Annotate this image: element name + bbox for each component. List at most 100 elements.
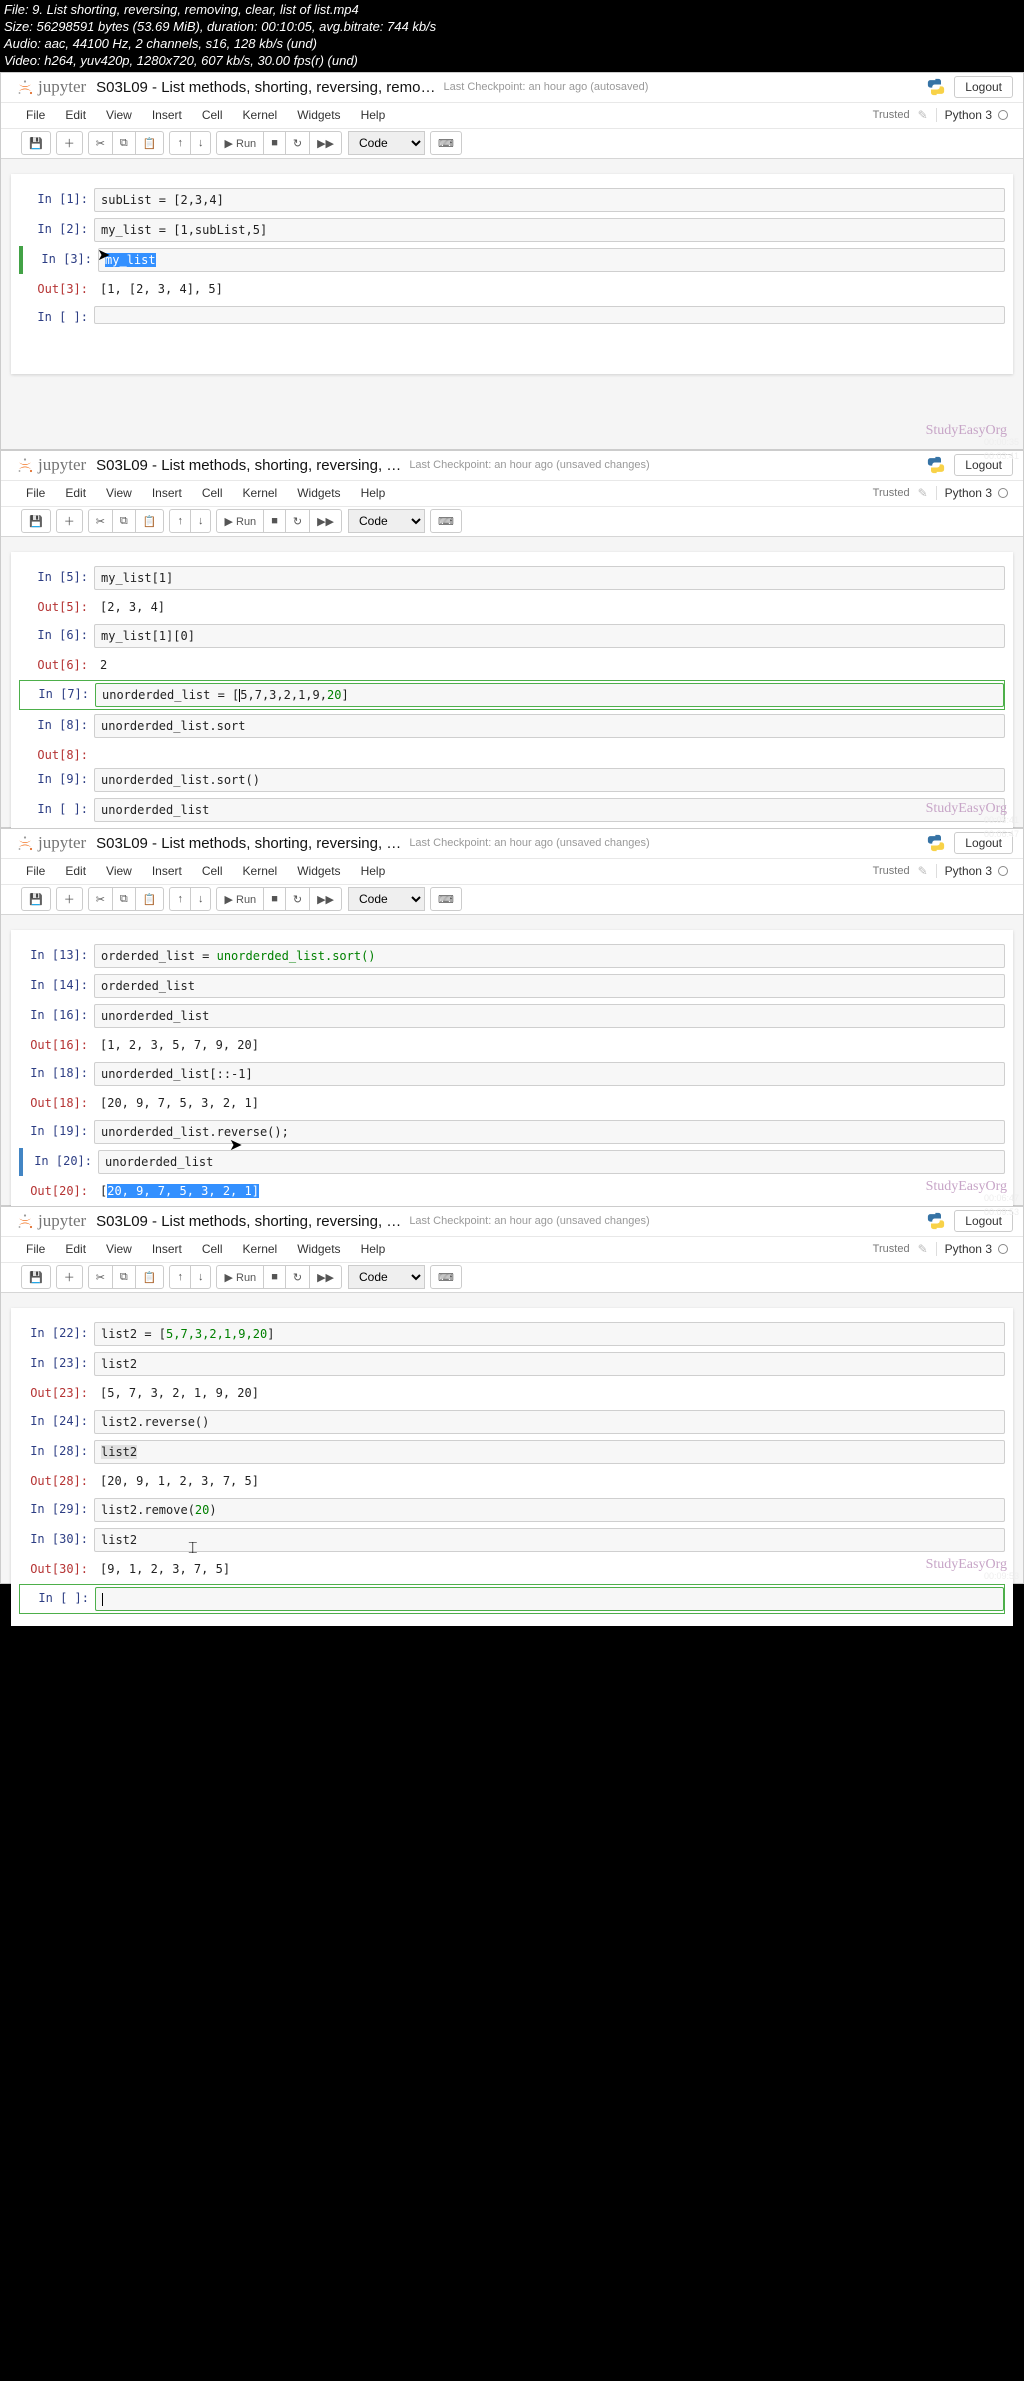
move-up-button[interactable]: ↑ xyxy=(169,131,191,155)
menu-kernel[interactable]: Kernel xyxy=(233,1238,288,1260)
restart-run-button[interactable]: ▶▶ xyxy=(309,1265,342,1289)
move-up-button[interactable]: ↑ xyxy=(169,1265,191,1289)
notebook-title[interactable]: S03L09 - List methods, shorting, reversi… xyxy=(96,1213,401,1230)
menu-widgets[interactable]: Widgets xyxy=(287,860,350,882)
menu-file[interactable]: File xyxy=(16,482,55,504)
edit-icon[interactable]: ✎ xyxy=(918,864,928,878)
menu-kernel[interactable]: Kernel xyxy=(233,482,288,504)
notebook-area[interactable]: In [13]: orderded_list = unorderded_list… xyxy=(11,930,1013,1240)
menu-insert[interactable]: Insert xyxy=(142,860,192,882)
notebook-title[interactable]: S03L09 - List methods, shorting, reversi… xyxy=(96,79,435,96)
code-cell[interactable]: In [20]: unorderded_list xyxy=(19,1148,1005,1176)
code-cell[interactable]: In [2]: my_list = [1,subList,5] xyxy=(19,216,1005,244)
menu-help[interactable]: Help xyxy=(351,104,396,126)
cell-type-select[interactable]: Code xyxy=(348,509,425,533)
jupyter-logo[interactable]: jupyter xyxy=(16,455,86,475)
menu-file[interactable]: File xyxy=(16,860,55,882)
menu-insert[interactable]: Insert xyxy=(142,482,192,504)
code-cell[interactable]: In [14]: orderded_list xyxy=(19,972,1005,1000)
menu-edit[interactable]: Edit xyxy=(55,1238,96,1260)
restart-run-button[interactable]: ▶▶ xyxy=(309,509,342,533)
logout-button[interactable]: Logout xyxy=(954,76,1013,98)
code-input[interactable]: orderded_list = unorderded_list.sort() xyxy=(94,944,1005,968)
notebook-area[interactable]: In [1]: subList = [2,3,4] In [2]: my_lis… xyxy=(11,174,1013,374)
code-input[interactable]: subList = [2,3,4] xyxy=(94,188,1005,212)
interrupt-button[interactable]: ■ xyxy=(263,887,286,911)
add-cell-button[interactable]: ＋ xyxy=(56,1265,83,1289)
code-cell[interactable]: In [28]: list2 xyxy=(19,1438,1005,1466)
code-cell[interactable]: In [1]: subList = [2,3,4] xyxy=(19,186,1005,214)
code-input[interactable]: my_list[1] xyxy=(94,566,1005,590)
code-input[interactable]: unorderded_list.reverse(); xyxy=(94,1120,1005,1144)
code-cell[interactable]: In [16]: unorderded_list xyxy=(19,1002,1005,1030)
move-down-button[interactable]: ↓ xyxy=(190,1265,212,1289)
code-input[interactable]: unorderded_list.sort() xyxy=(94,768,1005,792)
cut-button[interactable]: ✂ xyxy=(88,887,113,911)
notebook-area[interactable]: In [5]: my_list[1] Out[5]: [2, 3, 4] In … xyxy=(11,552,1013,836)
menu-file[interactable]: File xyxy=(16,104,55,126)
notebook-title[interactable]: S03L09 - List methods, shorting, reversi… xyxy=(96,835,401,852)
code-cell[interactable]: In [29]: list2.remove(20) xyxy=(19,1496,1005,1524)
code-input[interactable]: orderded_list xyxy=(94,974,1005,998)
jupyter-logo[interactable]: jupyter xyxy=(16,833,86,853)
cut-button[interactable]: ✂ xyxy=(88,509,113,533)
code-cell[interactable]: In [24]: list2.reverse() xyxy=(19,1408,1005,1436)
save-button[interactable]: 💾 xyxy=(21,887,51,911)
code-input[interactable]: unorderded_list xyxy=(94,1004,1005,1028)
command-palette-button[interactable]: ⌨ xyxy=(430,509,462,533)
cell-type-select[interactable]: Code xyxy=(348,131,425,155)
run-button[interactable]: ▶ Run xyxy=(216,131,264,155)
move-down-button[interactable]: ↓ xyxy=(190,131,212,155)
paste-button[interactable]: 📋 xyxy=(135,509,165,533)
menu-kernel[interactable]: Kernel xyxy=(233,860,288,882)
menu-cell[interactable]: Cell xyxy=(192,104,233,126)
menu-help[interactable]: Help xyxy=(351,1238,396,1260)
notebook-area[interactable]: In [22]: list2 = [5,7,3,2,1,9,20] In [23… xyxy=(11,1308,1013,1626)
menu-cell[interactable]: Cell xyxy=(192,482,233,504)
interrupt-button[interactable]: ■ xyxy=(263,509,286,533)
menu-edit[interactable]: Edit xyxy=(55,860,96,882)
code-input[interactable]: list2 xyxy=(94,1440,1005,1464)
menu-edit[interactable]: Edit xyxy=(55,104,96,126)
menu-widgets[interactable]: Widgets xyxy=(287,482,350,504)
menu-view[interactable]: View xyxy=(96,860,142,882)
code-cell[interactable]: In [5]: my_list[1] xyxy=(19,564,1005,592)
menu-view[interactable]: View xyxy=(96,1238,142,1260)
code-cell[interactable]: In [13]: orderded_list = unorderded_list… xyxy=(19,942,1005,970)
code-cell[interactable]: In [19]: unorderded_list.reverse(); xyxy=(19,1118,1005,1146)
menu-help[interactable]: Help xyxy=(351,860,396,882)
jupyter-logo[interactable]: jupyter xyxy=(16,1211,86,1231)
command-palette-button[interactable]: ⌨ xyxy=(430,887,462,911)
code-input[interactable]: list2.remove(20) xyxy=(94,1498,1005,1522)
restart-button[interactable]: ↻ xyxy=(285,1265,310,1289)
code-input[interactable]: list2.reverse() xyxy=(94,1410,1005,1434)
save-button[interactable]: 💾 xyxy=(21,131,51,155)
menu-cell[interactable]: Cell xyxy=(192,860,233,882)
menu-edit[interactable]: Edit xyxy=(55,482,96,504)
code-input[interactable]: unorderded_list xyxy=(98,1150,1005,1174)
restart-button[interactable]: ↻ xyxy=(285,509,310,533)
paste-button[interactable]: 📋 xyxy=(135,1265,165,1289)
menu-file[interactable]: File xyxy=(16,1238,55,1260)
menu-kernel[interactable]: Kernel xyxy=(233,104,288,126)
edit-icon[interactable]: ✎ xyxy=(918,108,928,122)
cut-button[interactable]: ✂ xyxy=(88,131,113,155)
interrupt-button[interactable]: ■ xyxy=(263,1265,286,1289)
code-cell[interactable]: In [ ]: unorderded_list xyxy=(19,796,1005,824)
copy-button[interactable]: ⧉ xyxy=(112,509,136,533)
restart-run-button[interactable]: ▶▶ xyxy=(309,887,342,911)
code-cell[interactable]: In [22]: list2 = [5,7,3,2,1,9,20] xyxy=(19,1320,1005,1348)
code-input[interactable]: unorderded_list = [5,7,3,2,1,9,20] xyxy=(95,683,1004,707)
jupyter-logo[interactable]: jupyter xyxy=(16,77,86,97)
interrupt-button[interactable]: ■ xyxy=(263,131,286,155)
code-cell[interactable]: In [7]: unorderded_list = [5,7,3,2,1,9,2… xyxy=(19,680,1005,710)
add-cell-button[interactable]: ＋ xyxy=(56,887,83,911)
code-input[interactable] xyxy=(94,306,1005,324)
code-input[interactable]: list2 xyxy=(94,1528,1005,1552)
menu-cell[interactable]: Cell xyxy=(192,1238,233,1260)
command-palette-button[interactable]: ⌨ xyxy=(430,1265,462,1289)
move-up-button[interactable]: ↑ xyxy=(169,887,191,911)
code-input[interactable]: list2 xyxy=(94,1352,1005,1376)
run-button[interactable]: ▶ Run xyxy=(216,509,264,533)
menu-widgets[interactable]: Widgets xyxy=(287,1238,350,1260)
